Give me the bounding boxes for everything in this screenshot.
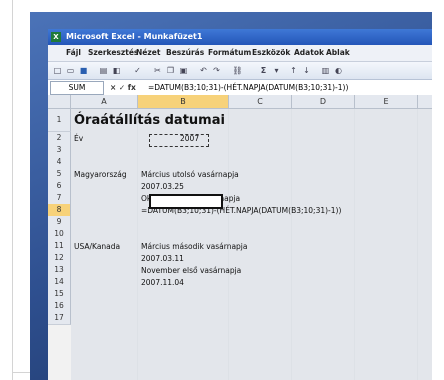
title-bar: X Microsoft Excel - Munkafüzet1 bbox=[48, 29, 432, 45]
print-icon[interactable]: ▤ bbox=[98, 65, 109, 76]
chart-icon[interactable]: ▥ bbox=[320, 65, 331, 76]
column-divider bbox=[354, 109, 355, 380]
cell-b11[interactable]: Március második vasárnapja bbox=[141, 241, 248, 253]
cell-b8-editing[interactable]: =DATUM(B3;10;31)-(HÉT.NAPJA(DATUM(B3;10;… bbox=[141, 205, 341, 217]
row-header[interactable]: 1 bbox=[48, 109, 71, 132]
column-header-c[interactable]: C bbox=[229, 95, 292, 109]
menu-bar: Fájl Szerkesztés Nézet Beszúrás Formátum… bbox=[48, 45, 432, 62]
paste-icon[interactable]: ▣ bbox=[178, 65, 189, 76]
select-all-corner[interactable] bbox=[48, 95, 71, 109]
excel-window: X Microsoft Excel - Munkafüzet1 Fájl Sze… bbox=[48, 29, 432, 380]
column-divider bbox=[137, 109, 138, 380]
standard-toolbar: □ ▭ ■ ▤ ◧ ✓ ✂ ❐ ▣ ↶ ↷ ⛓ Σ ▾ ↑ ↓ ▥ ◐ bbox=[48, 62, 432, 80]
undo-icon[interactable]: ↶ bbox=[198, 65, 209, 76]
cell-b14[interactable]: 2007.11.04 bbox=[141, 277, 184, 289]
preview-icon[interactable]: ◧ bbox=[111, 65, 122, 76]
screenshot-frame: X Microsoft Excel - Munkafüzet1 Fájl Sze… bbox=[30, 12, 432, 380]
column-header-a[interactable]: A bbox=[71, 95, 138, 109]
worksheet-grid[interactable] bbox=[71, 109, 432, 380]
name-box[interactable]: SUM bbox=[50, 81, 104, 95]
menu-tools[interactable]: Eszközök bbox=[252, 45, 290, 61]
menu-insert[interactable]: Beszúrás bbox=[166, 45, 204, 61]
hyperlink-icon[interactable]: ⛓ bbox=[232, 65, 243, 76]
menu-edit[interactable]: Szerkesztés bbox=[88, 45, 138, 61]
open-icon[interactable]: ▭ bbox=[65, 65, 76, 76]
menu-format[interactable]: Formátum bbox=[208, 45, 251, 61]
menu-view[interactable]: Nézet bbox=[136, 45, 160, 61]
sort-descending-icon[interactable]: ↓ bbox=[301, 65, 312, 76]
dropdown-arrow-icon[interactable]: ▾ bbox=[271, 65, 282, 76]
formula-bar: SUM × ✓ fx =DATUM(B3;10;31)-(HÉT.NAPJA(D… bbox=[48, 80, 432, 96]
menu-data[interactable]: Adatok bbox=[294, 45, 324, 61]
window-title: Microsoft Excel - Munkafüzet1 bbox=[66, 32, 203, 41]
formula-input[interactable]: =DATUM(B3;10;31)-(HÉT.NAPJA(DATUM(B3;10;… bbox=[148, 80, 348, 95]
excel-app-icon: X bbox=[51, 32, 61, 42]
column-header-b[interactable]: B bbox=[138, 95, 229, 109]
formula-buttons[interactable]: × ✓ fx bbox=[110, 80, 136, 95]
redo-icon[interactable]: ↷ bbox=[211, 65, 222, 76]
cell-a11[interactable]: USA/Kanada bbox=[74, 241, 120, 253]
zoom-icon[interactable]: ◐ bbox=[333, 65, 344, 76]
column-header-e[interactable]: E bbox=[355, 95, 418, 109]
cell-a3[interactable]: Év bbox=[74, 133, 83, 145]
menu-window[interactable]: Ablak bbox=[326, 45, 350, 61]
cell-b13[interactable]: November első vasárnapja bbox=[141, 265, 241, 277]
page-rule-vertical bbox=[12, 0, 13, 380]
cell-b3[interactable]: 2007 bbox=[180, 133, 199, 145]
cell-b5[interactable]: Március utolsó vasárnapja bbox=[141, 169, 239, 181]
menu-file[interactable]: Fájl bbox=[66, 45, 81, 61]
column-divider bbox=[291, 109, 292, 380]
autosum-icon[interactable]: Σ bbox=[258, 65, 269, 76]
spelling-icon[interactable]: ✓ bbox=[132, 65, 143, 76]
column-header-f[interactable]: F bbox=[418, 95, 432, 109]
save-icon[interactable]: ■ bbox=[78, 65, 89, 76]
sort-ascending-icon[interactable]: ↑ bbox=[288, 65, 299, 76]
column-divider bbox=[417, 109, 418, 380]
cell-b6[interactable]: 2007.03.25 bbox=[141, 181, 184, 193]
cell-b12[interactable]: 2007.03.11 bbox=[141, 253, 184, 265]
cell-a5[interactable]: Magyarország bbox=[74, 169, 127, 181]
cut-icon[interactable]: ✂ bbox=[152, 65, 163, 76]
copy-icon[interactable]: ❐ bbox=[165, 65, 176, 76]
new-icon[interactable]: □ bbox=[52, 65, 63, 76]
column-header-d[interactable]: D bbox=[292, 95, 355, 109]
row-header[interactable]: 17 bbox=[48, 312, 71, 325]
cell-a1-title[interactable]: Óraátállítás datumai bbox=[74, 114, 225, 128]
year-cell-border bbox=[149, 134, 209, 147]
